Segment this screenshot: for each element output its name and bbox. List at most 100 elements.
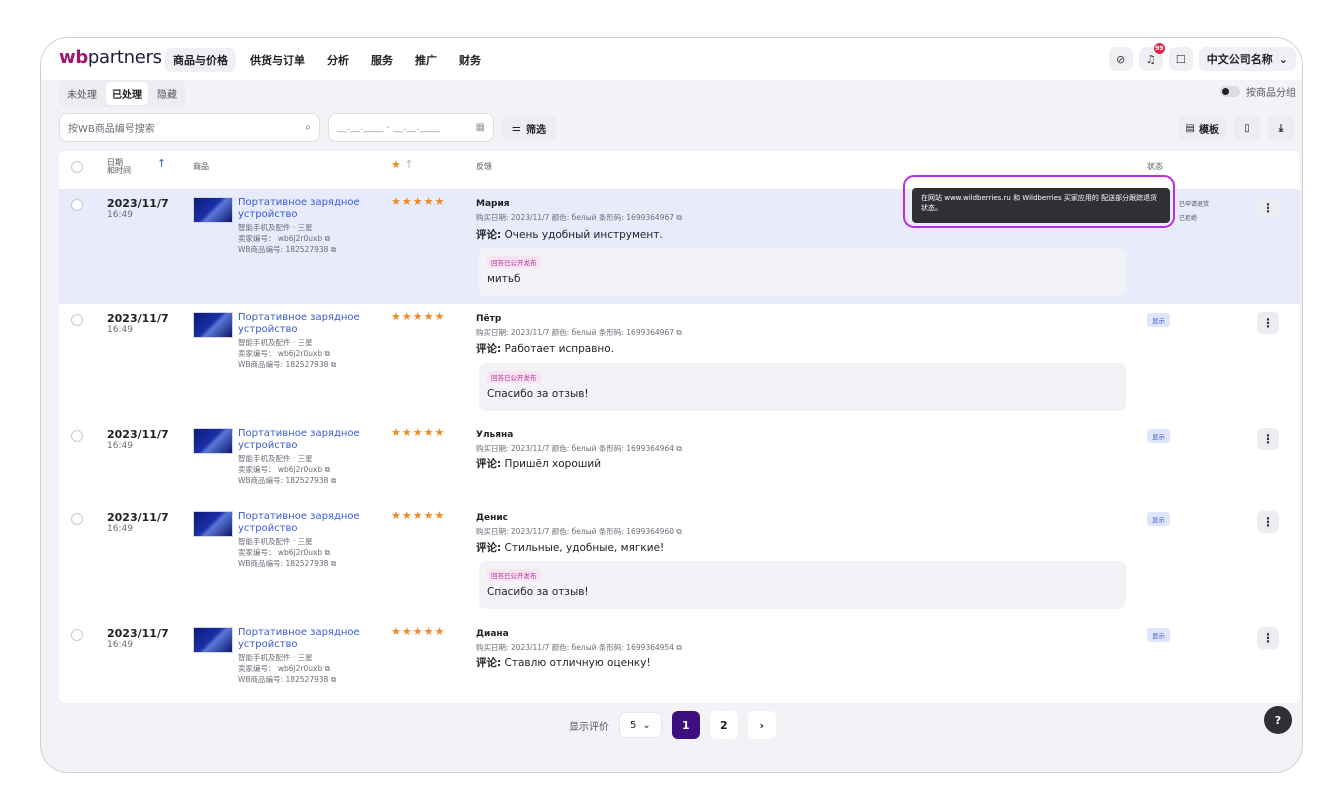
feedback-table: 日期 和时间 ↑ 商品 ★ ↑ 反馈 状态 2023/11/7 16:49 Пор… bbox=[59, 151, 1300, 703]
reviewer-name: Диана bbox=[476, 629, 509, 639]
help-button[interactable]: ? bbox=[1264, 706, 1292, 734]
next-page-button[interactable]: › bbox=[747, 711, 776, 739]
download-button[interactable]: ⤓ bbox=[1268, 115, 1294, 141]
header-rating-star-icon[interactable]: ★ ↑ bbox=[391, 158, 414, 171]
row-checkbox[interactable] bbox=[71, 629, 83, 641]
document-button[interactable]: ▯ bbox=[1234, 115, 1260, 141]
nav-item-analytics[interactable]: 分析 bbox=[319, 48, 357, 72]
product-thumbnail[interactable] bbox=[193, 312, 233, 338]
copy-icon[interactable]: ⧉ bbox=[325, 664, 330, 673]
row-checkbox[interactable] bbox=[71, 513, 83, 525]
page-2-button[interactable]: 2 bbox=[709, 711, 738, 739]
copy-icon[interactable]: ⧉ bbox=[325, 234, 330, 243]
company-name: 中文公司名称 bbox=[1206, 53, 1273, 66]
copy-icon[interactable]: ⧉ bbox=[676, 527, 681, 536]
more-actions-button[interactable]: ⋮ bbox=[1257, 197, 1279, 219]
header-status: 状态 bbox=[1147, 162, 1163, 171]
table-row[interactable]: 2023/11/7 16:49 Портативное зарядное уст… bbox=[59, 304, 1300, 420]
copy-icon[interactable]: ⧉ bbox=[676, 213, 681, 222]
bell-icon[interactable]: ♫ 99 bbox=[1138, 42, 1166, 71]
table-row[interactable]: 2023/11/7 16:49 Портативное зарядное уст… bbox=[59, 503, 1300, 619]
sort-arrow-icon[interactable]: ↑ bbox=[157, 157, 166, 170]
row-time: 16:49 bbox=[107, 210, 133, 220]
copy-icon[interactable]: ⧉ bbox=[325, 349, 330, 358]
more-actions-button[interactable]: ⋮ bbox=[1257, 511, 1279, 533]
product-thumbnail[interactable] bbox=[193, 197, 233, 223]
copy-icon[interactable]: ⧉ bbox=[331, 559, 336, 568]
row-date: 2023/11/7 bbox=[107, 312, 169, 325]
date-range-input[interactable]: __.__.____ - __.__.____ ▦ bbox=[328, 113, 494, 142]
table-row[interactable]: 2023/11/7 16:49 Портативное зарядное уст… bbox=[59, 420, 1300, 503]
row-checkbox[interactable] bbox=[71, 314, 83, 326]
copy-icon[interactable]: ⧉ bbox=[676, 643, 681, 652]
review-meta: 购买日期: 2023/11/7 颜色: белый 条形码: 169936496… bbox=[476, 527, 682, 536]
reviewer-name: Пётр bbox=[476, 314, 502, 324]
nav-item-products-prices[interactable]: 商品与价格 bbox=[165, 48, 236, 72]
product-thumbnail[interactable] bbox=[193, 428, 233, 454]
copy-icon[interactable]: ⧉ bbox=[325, 465, 330, 474]
product-link[interactable]: Портативное зарядное устройство bbox=[238, 197, 366, 221]
header-product: 商品 bbox=[193, 162, 209, 171]
rating-stars: ★★★★★ bbox=[391, 426, 446, 439]
company-selector[interactable]: 中文公司名称 ⌄ bbox=[1198, 47, 1296, 71]
nav-item-finance[interactable]: 财务 bbox=[451, 48, 489, 72]
product-link[interactable]: Портативное зарядное устройство bbox=[238, 511, 366, 535]
page-1-button[interactable]: 1 bbox=[671, 711, 700, 739]
chat-icon[interactable]: ☐ bbox=[1168, 47, 1193, 71]
review-comment: 评论: Очень удобный инструмент. bbox=[476, 229, 663, 241]
nav-item-services[interactable]: 服务 bbox=[363, 48, 401, 72]
copy-icon[interactable]: ⧉ bbox=[331, 360, 336, 369]
reply-published-tag: 回答已公开发布 bbox=[487, 256, 541, 268]
copy-icon[interactable]: ⧉ bbox=[676, 444, 681, 453]
nav-item-promotion[interactable]: 推广 bbox=[407, 48, 445, 72]
template-button[interactable]: ▤ 模板 bbox=[1178, 115, 1226, 141]
toggle-switch[interactable] bbox=[1220, 86, 1240, 97]
app-window: wbpartners 商品与价格 供货与订单 分析 服务 推广 财务 ⊘ ♫ 99… bbox=[40, 37, 1303, 773]
tab-unprocessed[interactable]: 未处理 bbox=[61, 82, 103, 105]
product-link[interactable]: Портативное зарядное устройство bbox=[238, 312, 366, 336]
product-thumbnail[interactable] bbox=[193, 511, 233, 537]
header-feedback: 反馈 bbox=[476, 162, 492, 171]
product-thumbnail[interactable] bbox=[193, 627, 233, 653]
page-size-select[interactable]: 5 ⌄ bbox=[619, 712, 662, 738]
more-actions-button[interactable]: ⋮ bbox=[1257, 627, 1279, 649]
header-date[interactable]: 日期 和时间 bbox=[107, 159, 131, 175]
wbpartners-logo[interactable]: wbpartners bbox=[59, 47, 162, 68]
more-actions-button[interactable]: ⋮ bbox=[1257, 428, 1279, 450]
reply-published-tag: 回答已公开发布 bbox=[487, 569, 541, 581]
product-link[interactable]: Портативное зарядное устройство bbox=[238, 627, 366, 651]
calendar-icon: ▦ bbox=[475, 122, 485, 133]
chevron-down-icon: ⌄ bbox=[642, 719, 651, 731]
row-checkbox[interactable] bbox=[71, 430, 83, 442]
search-placeholder: 按WB商品编号搜索 bbox=[68, 124, 155, 135]
row-time: 16:49 bbox=[107, 640, 133, 650]
product-meta: 智能手机及配件 · 三星 卖家编号： wb6j2r0uxb ⧉ WB商品编号: 18… bbox=[238, 653, 337, 684]
pagination: 显示评价 5 ⌄ 1 2 › bbox=[569, 711, 776, 739]
product-link[interactable]: Портативное зарядное устройство bbox=[238, 428, 366, 452]
table-row[interactable]: 2023/11/7 16:49 Портативное зарядное уст… bbox=[59, 619, 1300, 703]
copy-icon[interactable]: ⧉ bbox=[676, 328, 681, 337]
select-all-checkbox[interactable] bbox=[71, 161, 83, 173]
rating-stars: ★★★★★ bbox=[391, 195, 446, 208]
search-input[interactable]: 按WB商品编号搜索 ⌕ bbox=[59, 113, 320, 142]
status-badge: 显示 bbox=[1147, 429, 1170, 443]
copy-icon[interactable]: ⧉ bbox=[325, 548, 330, 557]
copy-icon[interactable]: ⧉ bbox=[331, 675, 336, 684]
copy-icon[interactable]: ⧉ bbox=[331, 476, 336, 485]
copy-icon[interactable]: ⧉ bbox=[331, 245, 336, 254]
reply-box[interactable]: 回答已公开发布 Спасибо за отзыв! bbox=[479, 363, 1126, 411]
filter-button[interactable]: ⚌ 筛选 bbox=[502, 115, 556, 141]
chevron-down-icon: ⌄ bbox=[1278, 52, 1288, 66]
link-icon[interactable]: ⊘ bbox=[1108, 47, 1133, 71]
row-checkbox[interactable] bbox=[71, 199, 83, 211]
top-right-actions: ⊘ ♫ 99 ☐ 中文公司名称 ⌄ bbox=[1108, 42, 1296, 71]
tab-processed[interactable]: 已处理 bbox=[106, 82, 148, 105]
nav-item-supply-orders[interactable]: 供货与订单 bbox=[242, 48, 313, 72]
pending-status-text: 已申请退货 已拒绝 bbox=[1179, 201, 1210, 222]
tooltip-highlight-ring bbox=[903, 175, 1175, 228]
reply-box[interactable]: 回答已公开发布 Спасибо за отзыв! bbox=[479, 561, 1126, 609]
reply-box[interactable]: 回答已公开发布 митьб bbox=[479, 248, 1126, 296]
group-by-product-toggle[interactable]: 按商品分组 bbox=[1220, 84, 1296, 99]
more-actions-button[interactable]: ⋮ bbox=[1257, 312, 1279, 334]
tab-hidden[interactable]: 隐藏 bbox=[151, 82, 183, 105]
